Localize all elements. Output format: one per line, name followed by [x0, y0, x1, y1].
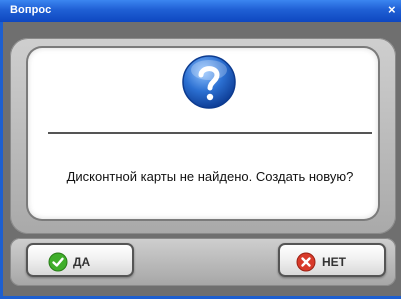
cross-icon — [296, 252, 316, 272]
dialog-frame: Дисконтной карты не найдено. Создать нов… — [0, 22, 401, 299]
yes-button-label: ДА — [73, 255, 91, 269]
check-icon — [48, 252, 68, 272]
dialog-message: Дисконтной карты не найдено. Создать нов… — [66, 169, 354, 184]
yes-button[interactable]: ДА — [26, 243, 134, 277]
message-box: Дисконтной карты не найдено. Создать нов… — [28, 48, 378, 219]
divider — [48, 132, 372, 134]
no-button[interactable]: НЕТ — [278, 243, 386, 277]
close-icon[interactable]: × — [388, 3, 401, 17]
button-bar: ДА НЕТ — [10, 238, 396, 286]
message-panel: Дисконтной карты не найдено. Создать нов… — [10, 38, 396, 234]
no-button-label: НЕТ — [322, 255, 346, 269]
question-icon — [182, 55, 236, 109]
title-bar: Вопрос × — [0, 0, 401, 22]
window-title: Вопрос — [10, 4, 52, 16]
